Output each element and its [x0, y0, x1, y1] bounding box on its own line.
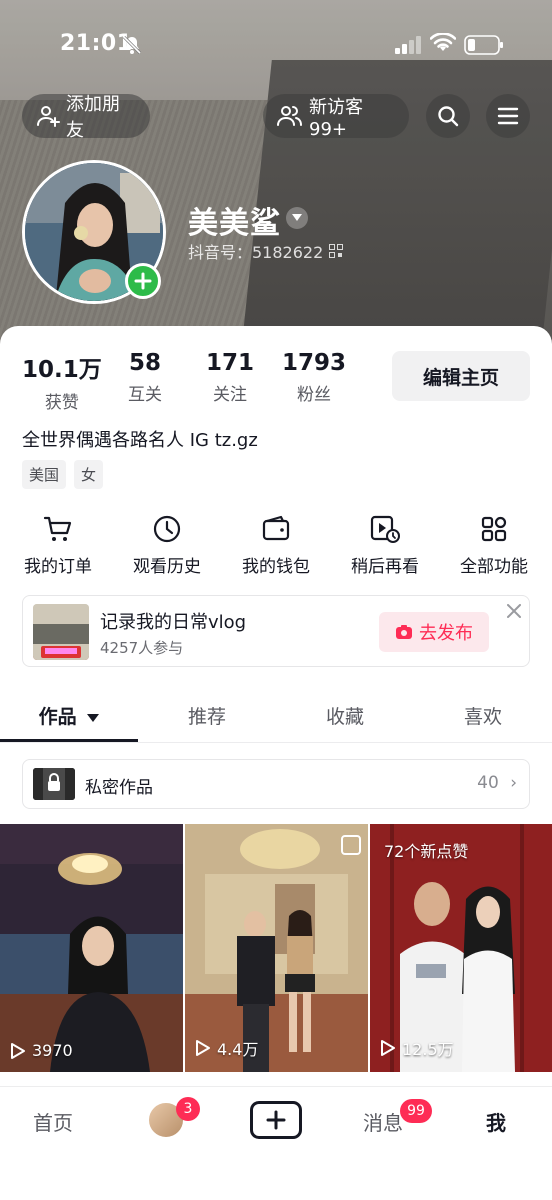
stat-following-label: 关注 — [213, 385, 247, 405]
plus-icon — [266, 1110, 286, 1130]
douyin-id[interactable]: 抖音号：5182622 — [188, 239, 344, 263]
add-person-icon — [37, 106, 60, 127]
video-thumbnail[interactable]: 3970 — [0, 824, 183, 1072]
tab-works[interactable]: 作品 — [0, 702, 138, 729]
private-works[interactable]: 私密作品 40 › — [22, 759, 530, 809]
stat-likes[interactable]: 10.1万 获赞 — [22, 350, 102, 413]
stat-following[interactable]: 171 关注 — [206, 350, 254, 405]
wallet-icon — [262, 515, 290, 541]
stat-likes-label: 获赞 — [44, 393, 79, 413]
clock-icon — [153, 515, 181, 543]
edit-profile-button[interactable]: 编辑主页 — [392, 351, 530, 401]
func-wallet[interactable]: 我的钱包 — [226, 512, 326, 577]
play-count: 4.4万 — [195, 1036, 258, 1060]
func-history[interactable]: 观看历史 — [117, 512, 217, 577]
friend-badge: 3 — [176, 1097, 200, 1121]
tab-favorites[interactable]: 收藏 — [276, 702, 414, 729]
caret-down-icon — [87, 714, 100, 722]
video-thumbnail[interactable]: 72个新点赞 12.5万 — [370, 824, 552, 1072]
tab-recommended[interactable]: 推荐 — [138, 702, 276, 729]
new-visitors-label: 新访客 99+ — [309, 96, 363, 140]
stat-likes-value: 10.1万 — [22, 357, 102, 383]
nav-messages[interactable]: 消息 — [363, 1107, 403, 1136]
messages-badge: 99 — [400, 1099, 432, 1123]
play-icon — [381, 1040, 395, 1056]
vlog-banner[interactable]: 记录我的日常vlog 4257人参与 去发布 — [22, 595, 530, 667]
stat-mutual[interactable]: 58 互关 — [128, 350, 162, 405]
close-icon[interactable] — [507, 602, 521, 623]
func-orders[interactable]: 我的订单 — [8, 512, 108, 577]
play-count-value: 12.5万 — [402, 1040, 454, 1059]
lock-icon — [33, 768, 75, 800]
search-button[interactable] — [426, 94, 470, 138]
publish-button[interactable]: 去发布 — [379, 612, 489, 652]
play-count: 12.5万 — [380, 1036, 454, 1060]
func-orders-label: 我的订单 — [24, 557, 92, 577]
private-works-count-value: 40 — [477, 773, 499, 793]
grid-icon — [481, 516, 507, 542]
play-icon — [11, 1042, 25, 1059]
play-icon — [196, 1040, 210, 1056]
nav-me[interactable]: 我 — [486, 1107, 506, 1136]
watch-later-icon — [370, 515, 400, 543]
play-count-value: 3970 — [32, 1041, 73, 1060]
content-tabs: 作品 推荐 收藏 喜欢 — [0, 697, 552, 743]
quick-functions: 我的订单 观看历史 我的钱包 稍后再看 全部功能 — [0, 512, 552, 582]
create-button[interactable] — [250, 1101, 302, 1139]
add-story-button[interactable] — [125, 263, 161, 299]
tab-works-label: 作品 — [38, 706, 77, 728]
search-icon — [438, 106, 459, 127]
video-thumbnail[interactable]: 4.4万 — [185, 824, 368, 1072]
username: 美美鲨 — [188, 206, 281, 241]
vlog-title: 记录我的日常vlog — [100, 612, 247, 633]
stat-followers-label: 粉丝 — [297, 385, 331, 405]
func-history-label: 观看历史 — [133, 557, 201, 577]
account-switch-button[interactable] — [286, 207, 308, 229]
plus-icon — [134, 272, 152, 290]
camera-icon — [396, 625, 412, 639]
hamburger-icon — [497, 107, 519, 125]
new-likes-badge: 72个新点赞 — [384, 842, 469, 861]
tab-likes[interactable]: 喜欢 — [414, 702, 552, 729]
play-count-value: 4.4万 — [217, 1040, 259, 1059]
vlog-participants: 4257人参与 — [100, 639, 184, 657]
vlog-thumbnail — [33, 604, 89, 660]
menu-button[interactable] — [486, 94, 530, 138]
stat-mutual-value: 58 — [128, 350, 161, 376]
new-visitors-button[interactable]: 新访客 99+ — [263, 94, 409, 140]
stat-followers[interactable]: 1793 粉丝 — [282, 350, 346, 405]
play-count: 3970 — [10, 1041, 73, 1060]
tag-gender: 女 — [74, 460, 104, 489]
douyin-id-text: 抖音号：5182622 — [188, 243, 324, 262]
func-all[interactable]: 全部功能 — [444, 512, 544, 577]
stat-following-value: 171 — [206, 350, 255, 376]
func-watch-later-label: 稍后再看 — [351, 557, 419, 577]
battery-icon — [464, 35, 504, 59]
private-works-count: 40 › — [477, 773, 517, 793]
add-friend-label: 添加朋友 — [66, 94, 120, 141]
caret-down-icon — [292, 214, 302, 221]
stat-followers-value: 1793 — [282, 350, 347, 376]
tag-location: 美国 — [22, 460, 67, 489]
active-tab-indicator — [0, 739, 138, 742]
nav-home[interactable]: 首页 — [33, 1107, 73, 1136]
qr-code-icon — [329, 244, 344, 258]
stat-mutual-label: 互关 — [128, 385, 162, 405]
func-all-label: 全部功能 — [460, 557, 528, 577]
mute-bell-icon — [122, 35, 142, 59]
status-bar: 21:01 — [0, 0, 552, 90]
visitors-icon — [277, 106, 302, 126]
func-watch-later[interactable]: 稍后再看 — [335, 512, 435, 577]
func-wallet-label: 我的钱包 — [242, 557, 310, 577]
chevron-right-icon: › — [510, 773, 517, 793]
wifi-icon — [429, 32, 457, 57]
profile-tags: 美国 女 — [22, 460, 104, 489]
bottom-navigation: 首页 3 消息 99 我 — [0, 1086, 552, 1200]
cart-icon — [43, 516, 72, 541]
private-works-label: 私密作品 — [85, 778, 153, 798]
bio: 全世界偶遇各路名人 IG tz.gz — [22, 430, 258, 451]
signal-icon — [395, 36, 423, 58]
publish-label: 去发布 — [419, 623, 473, 644]
add-friend-button[interactable]: 添加朋友 — [22, 94, 150, 141]
